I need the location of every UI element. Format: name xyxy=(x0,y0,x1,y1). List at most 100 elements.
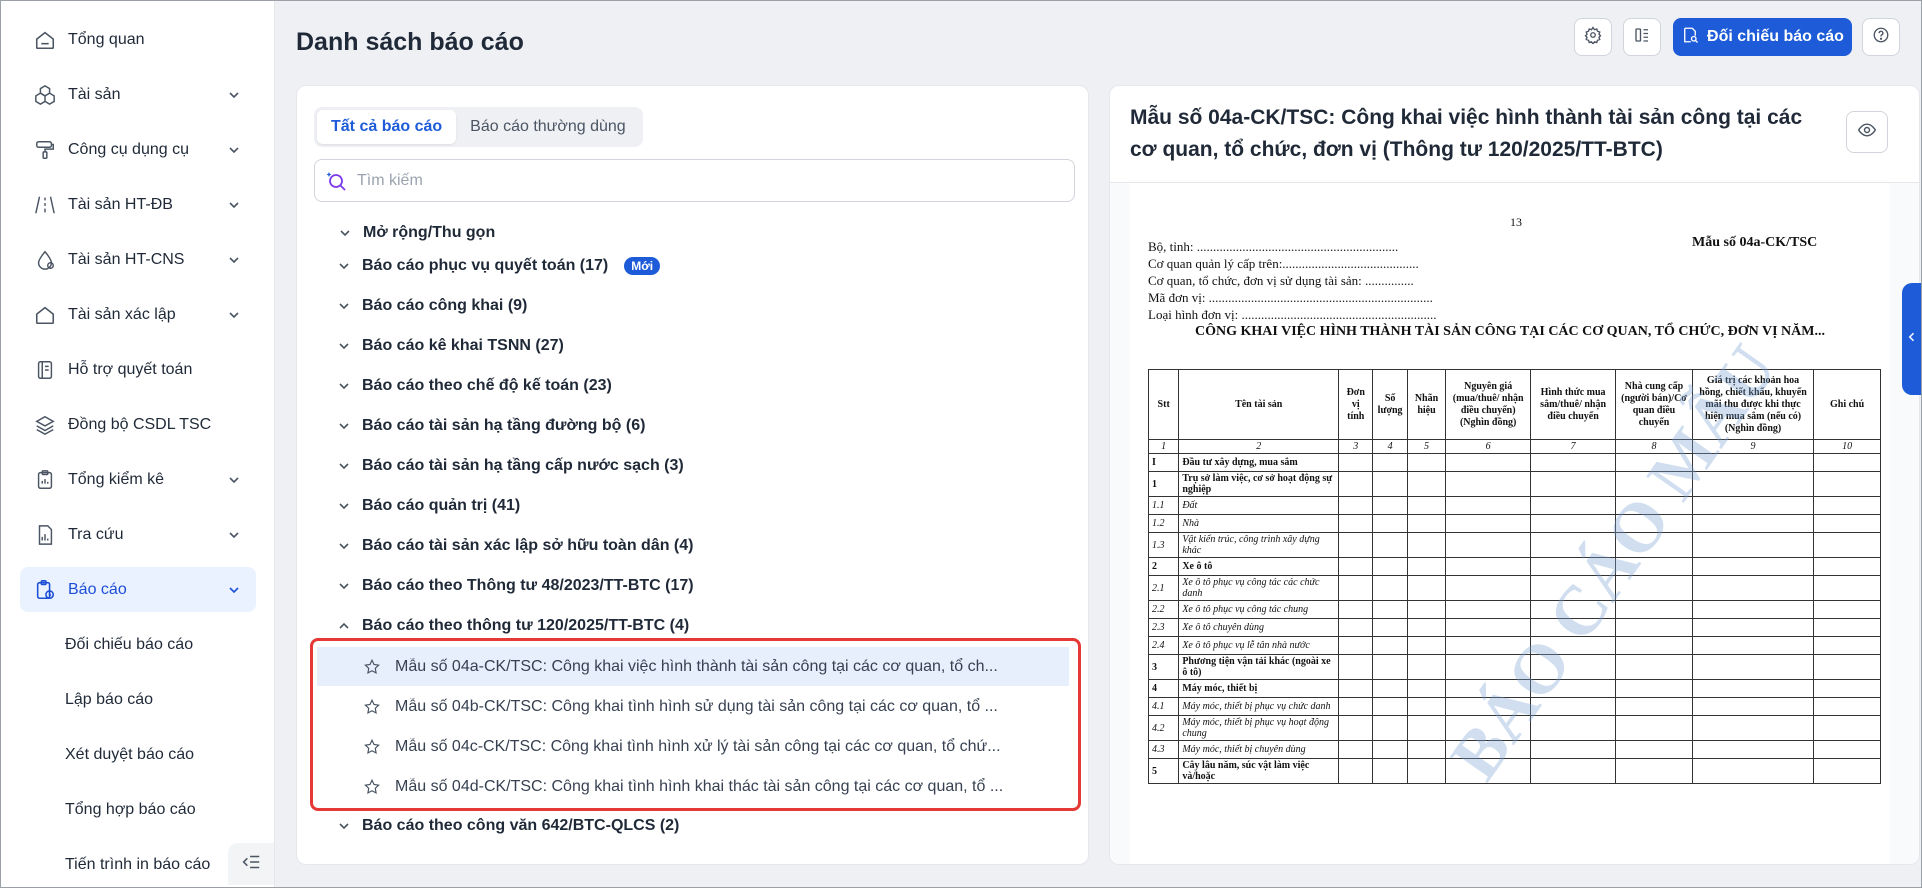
doc-cell: 1.2 xyxy=(1147,514,1180,533)
chart-doc-icon xyxy=(34,524,56,546)
preview-title: Mẫu số 04a-CK/TSC: Công khai việc hình t… xyxy=(1130,106,1803,161)
chevron-down-icon xyxy=(336,338,352,354)
doc-cell xyxy=(1372,532,1408,558)
doc-cell xyxy=(1372,715,1408,741)
sidebar-item-dong-bo-csdl-tsc[interactable]: Đồng bộ CSDL TSC xyxy=(20,402,256,447)
doc-cell: Máy móc, thiết bị xyxy=(1178,679,1340,698)
sidebar-item-cong-cu-dung-cu[interactable]: Công cụ dụng cụ xyxy=(20,127,256,172)
doc-cell: 9 xyxy=(1691,439,1815,454)
doc-cell: Xe ô tô chuyên dùng xyxy=(1178,618,1340,637)
group-ke-khai-tsnn[interactable]: Báo cáo kê khai TSNN (27) xyxy=(336,326,564,366)
settings-button[interactable] xyxy=(1574,18,1612,56)
doc-cell: 5 xyxy=(1406,439,1447,454)
preview-document-area[interactable]: 13 Mẫu số 04a-CK/TSC Bộ, tỉnh: .........… xyxy=(1110,182,1919,864)
group-label: Báo cáo theo công văn 642/BTC-QLCS (2) xyxy=(362,817,680,834)
sidebar-item-tai-san-ht-cns[interactable]: Tài sản HT-CNS xyxy=(20,237,256,282)
group-cap-nuoc-sach[interactable]: Báo cáo tài sản hạ tầng cấp nước sạch (3… xyxy=(336,446,684,486)
sidebar-item-tong-quan[interactable]: Tổng quan xyxy=(20,17,256,62)
home-icon xyxy=(34,29,56,51)
chevron-down-icon xyxy=(336,818,352,834)
group-quan-tri[interactable]: Báo cáo quản trị (41) xyxy=(336,486,520,526)
doc-cell xyxy=(1530,636,1617,655)
doi-chieu-bao-cao-button[interactable]: Đối chiếu báo cáo xyxy=(1673,18,1852,56)
doc-cell xyxy=(1445,600,1532,619)
doc-cell xyxy=(1338,679,1374,698)
chevron-down-icon xyxy=(336,498,352,514)
collapse-sidebar-button[interactable] xyxy=(228,843,274,885)
doc-cell xyxy=(1372,679,1408,698)
group-tt-48-2023[interactable]: Báo cáo theo Thông tư 48/2023/TT-BTC (17… xyxy=(336,566,694,606)
doc-cell xyxy=(1615,697,1693,716)
sidebar-item-bao-cao[interactable]: Báo cáo xyxy=(20,567,256,612)
page-title: Danh sách báo cáo xyxy=(296,28,524,56)
group-xac-lap-so-huu[interactable]: Báo cáo tài sản xác lập sở hữu toàn dân … xyxy=(336,526,693,566)
doc-table: Stt Tên tài sản Đơn vị tính Số lượng Nhã… xyxy=(1147,369,1881,784)
doc-cell: I xyxy=(1147,453,1180,472)
sidebar-subitem-tong-hop-bao-cao[interactable]: Tổng hợp báo cáo xyxy=(20,787,256,832)
doc-cell xyxy=(1445,471,1532,497)
sidebar-item-tai-san[interactable]: Tài sản xyxy=(20,72,256,117)
doc-cell: 1.1 xyxy=(1147,496,1180,515)
doc-cell xyxy=(1338,697,1374,716)
doc-cell: 3 xyxy=(1147,654,1180,680)
sidebar-subitem-tien-trinh-in-bao-cao[interactable]: Tiến trình in báo cáo xyxy=(20,842,256,887)
chevron-down-icon xyxy=(336,538,352,554)
group-ha-tang-duong-bo[interactable]: Báo cáo tài sản hạ tầng đường bộ (6) xyxy=(336,406,645,446)
doc-cell xyxy=(1445,697,1532,716)
layout-button[interactable] xyxy=(1623,18,1661,56)
chevron-down-icon xyxy=(226,527,242,543)
doc-table-row: 2.4 Xe ô tô phục vụ lễ tân nhà nước xyxy=(1147,636,1881,655)
chevron-down-icon xyxy=(226,472,242,488)
doc-cell xyxy=(1615,636,1693,655)
group-quyet-toan[interactable]: Báo cáo phục vụ quyết toán (17) Mới xyxy=(336,246,661,286)
sidebar-subitem-lap-bao-cao[interactable]: Lập báo cáo xyxy=(20,677,256,722)
help-button[interactable] xyxy=(1862,18,1900,56)
view-button[interactable] xyxy=(1846,111,1888,153)
sidebar-item-tra-cuu[interactable]: Tra cứu xyxy=(20,512,256,557)
doc-cell xyxy=(1530,496,1617,515)
doc-table-row: 2 Xe ô tô xyxy=(1147,557,1881,576)
chevron-down-icon xyxy=(226,582,242,598)
doc-cell xyxy=(1338,654,1374,680)
tab-all-reports[interactable]: Tất cả báo cáo xyxy=(317,110,457,144)
sidebar-item-tong-kiem-ke[interactable]: Tổng kiểm kê xyxy=(20,457,256,502)
doc-cell xyxy=(1530,600,1617,619)
sidebar-item-label: Đồng bộ CSDL TSC xyxy=(68,415,212,433)
sidebar-subitem-doi-chieu-bao-cao[interactable]: Đối chiếu báo cáo xyxy=(20,622,256,667)
group-che-do-ke-toan[interactable]: Báo cáo theo chế độ kế toán (23) xyxy=(336,366,612,406)
doc-table-row: 5 Cây lâu năm, súc vật làm việc và/hoặc xyxy=(1147,758,1881,784)
doc-cell: 4 xyxy=(1372,439,1408,454)
doc-cell xyxy=(1338,557,1374,576)
sidebar-subitem-xet-duyet-bao-cao[interactable]: Xét duyệt báo cáo xyxy=(20,732,256,777)
side-panel-toggle[interactable] xyxy=(1902,283,1922,395)
compare-doc-icon xyxy=(1681,26,1699,49)
group-label: Báo cáo theo thông tư 120/2025/TT-BTC (4… xyxy=(362,617,690,634)
doc-cell xyxy=(1445,575,1532,601)
button-label: Đối chiếu báo cáo xyxy=(1707,28,1844,45)
doc-table-row: 1.2 Nhà xyxy=(1147,514,1881,533)
search-input[interactable] xyxy=(357,171,1074,190)
sidebar-item-tai-san-xac-lap[interactable]: Tài sản xác lập xyxy=(20,292,256,337)
doc-cell xyxy=(1338,496,1374,515)
report-icon xyxy=(34,579,56,601)
doc-cell xyxy=(1691,514,1815,533)
doc-cell xyxy=(1530,679,1617,698)
doc-meta-line: Cơ quan, tổ chức, đơn vị sử dụng tài sản… xyxy=(1148,273,1414,288)
doc-cell: 7 xyxy=(1530,439,1617,454)
sidebar-item-label: Tài sản HT-CNS xyxy=(68,250,185,268)
sidebar-item-ho-tro-quyet-toan[interactable]: Hỗ trợ quyết toán xyxy=(20,347,256,392)
layout-columns-icon xyxy=(1633,26,1651,49)
tab-frequent-reports[interactable]: Báo cáo thường dùng xyxy=(456,110,640,144)
doc-cell xyxy=(1813,453,1881,472)
doc-col-header: Ghi chú xyxy=(1813,369,1881,440)
group-cv-642[interactable]: Báo cáo theo công văn 642/BTC-QLCS (2) xyxy=(336,806,679,846)
sidebar-item-tai-san-ht-db[interactable]: Tài sản HT-ĐB xyxy=(20,182,256,227)
chevron-down-icon xyxy=(336,298,352,314)
doc-cell xyxy=(1615,618,1693,637)
group-cong-khai[interactable]: Báo cáo công khai (9) xyxy=(336,286,527,326)
doc-cell: 5 xyxy=(1147,758,1180,784)
doc-cell: 2 xyxy=(1147,557,1180,576)
doc-cell xyxy=(1338,740,1374,759)
doc-cell xyxy=(1406,471,1447,497)
doc-cell xyxy=(1691,740,1815,759)
